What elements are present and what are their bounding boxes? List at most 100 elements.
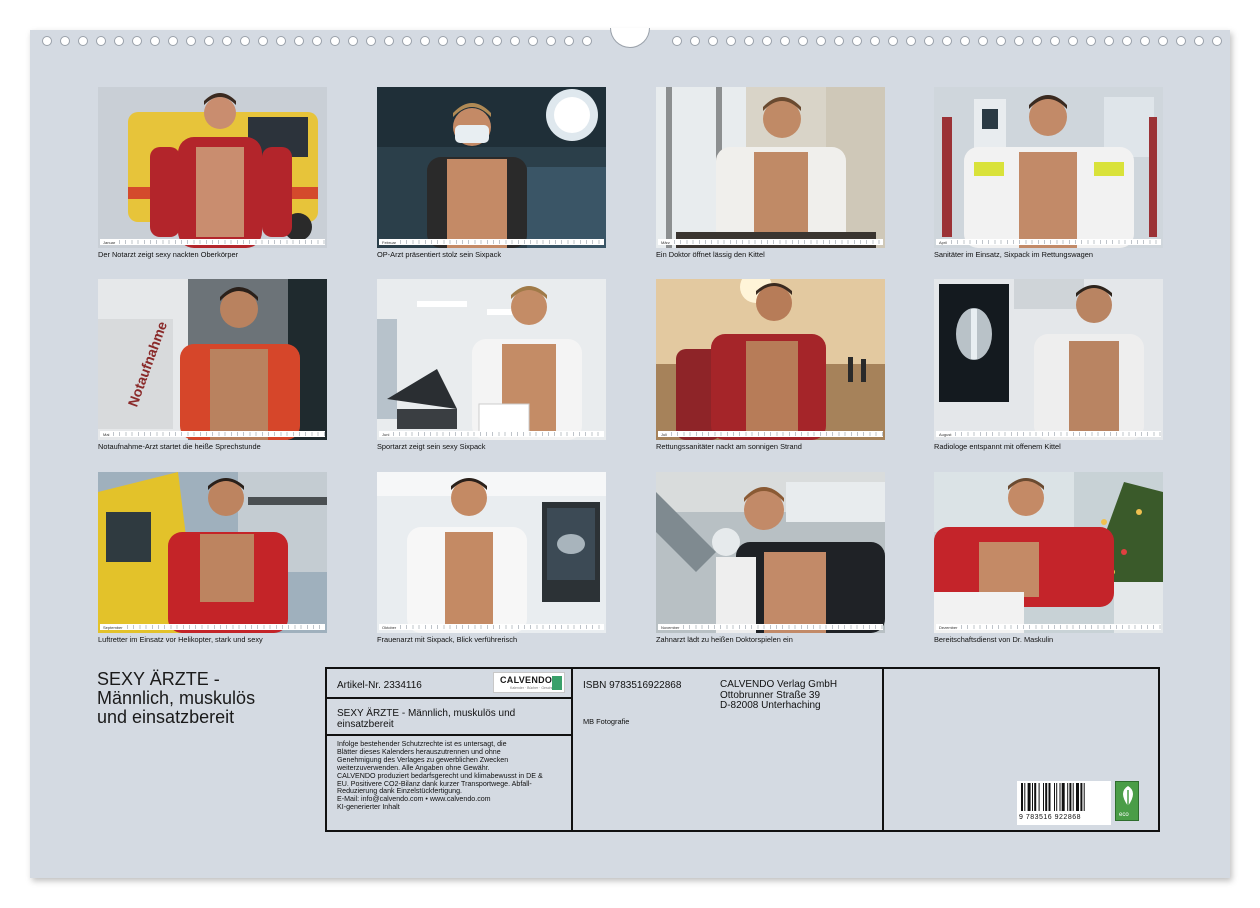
legal-line: KI-generierter Inhalt xyxy=(337,803,400,812)
binding-hole xyxy=(366,36,376,46)
product-title: SEXY ÄRZTE - Männlich, muskulös und eins… xyxy=(337,708,516,730)
binding-hole xyxy=(1176,36,1186,46)
publisher-address: CALVENDO Verlag GmbH Ottobrunner Straße … xyxy=(720,679,837,712)
photo-notarzt xyxy=(98,87,327,248)
binding-hole xyxy=(186,36,196,46)
month-thumb-august: August Radiologe entspannt mit offenem K… xyxy=(934,279,1163,451)
month-photo: Februar xyxy=(377,87,606,248)
binding-hole xyxy=(150,36,160,46)
binding-hole xyxy=(852,36,862,46)
month-label: Januar xyxy=(103,239,116,245)
binding-hole xyxy=(60,36,70,46)
binding-hole xyxy=(780,36,790,46)
month-photo: September xyxy=(98,472,327,633)
binding-hole xyxy=(672,36,682,46)
month-label: Juni xyxy=(382,431,390,437)
day-strip: Mai xyxy=(100,431,325,437)
month-label: August xyxy=(939,431,952,437)
month-caption: Bereitschaftsdienst von Dr. Maskulin xyxy=(934,635,1054,644)
calvendo-logo: CALVENDO Kalender · Bücher · Geschenke xyxy=(493,672,565,693)
binding-hole xyxy=(1086,36,1096,46)
info-column-right: 9 783516 922868 eco xyxy=(884,669,1158,830)
day-strip: Oktober xyxy=(379,624,604,630)
logo-tab-icon xyxy=(552,676,562,690)
binding-hole xyxy=(420,36,430,46)
month-label: Mai xyxy=(103,431,110,437)
binding-hole xyxy=(870,36,880,46)
binding-hole xyxy=(996,36,1006,46)
binding-hole xyxy=(348,36,358,46)
month-thumb-february: Februar OP-Arzt präsentiert stolz sein S… xyxy=(377,87,606,259)
day-strip: Januar xyxy=(100,239,325,245)
day-strip: März xyxy=(658,239,883,245)
binding-hole xyxy=(1014,36,1024,46)
day-strip: Juni xyxy=(379,431,604,437)
month-thumb-july: Juli Rettungssanitäter nackt am sonnigen… xyxy=(656,279,885,451)
binding-hole xyxy=(294,36,304,46)
binding-hole xyxy=(762,36,772,46)
binding-hole xyxy=(1194,36,1204,46)
photo-sanitaeter xyxy=(934,87,1163,248)
month-label: April xyxy=(939,239,948,245)
month-label: Juli xyxy=(661,431,668,437)
article-cell: Artikel-Nr. 2334116 CALVENDO Kalender · … xyxy=(327,669,571,699)
binding-hole xyxy=(78,36,88,46)
legal-text: Infolge bestehender Schutzrechte ist es … xyxy=(337,740,569,812)
month-thumb-january: Januar Der Notarzt zeigt sexy nackten Ob… xyxy=(98,87,327,259)
month-label: Oktober xyxy=(382,624,397,630)
photo-frauenarzt xyxy=(377,472,606,633)
month-photo: November xyxy=(656,472,885,633)
month-photo: Notaufnahme Mai xyxy=(98,279,327,440)
month-photo: Juli xyxy=(656,279,885,440)
month-caption: Ein Doktor öffnet lässig den Kittel xyxy=(656,250,765,259)
month-caption: Zahnarzt lädt zu heißen Doktorspielen ei… xyxy=(656,635,793,644)
product-title-cell: SEXY ÄRZTE - Männlich, muskulös und eins… xyxy=(327,699,571,736)
binding-hole xyxy=(492,36,502,46)
binding-hole xyxy=(132,36,142,46)
binding-hole xyxy=(1158,36,1168,46)
day-strip: April xyxy=(936,239,1161,245)
month-caption: Der Notarzt zeigt sexy nackten Oberkörpe… xyxy=(98,250,239,259)
month-label: November xyxy=(661,624,680,630)
title-line-3: und einsatzbereit xyxy=(97,707,235,727)
photo-sportarzt xyxy=(377,279,606,440)
photo-luftretter xyxy=(98,472,327,633)
title-line-1: SEXY ÄRZTE - xyxy=(97,669,220,689)
binding-hole xyxy=(330,36,340,46)
month-caption: OP-Arzt präsentiert stolz sein Sixpack xyxy=(377,250,502,259)
month-photo: Oktober xyxy=(377,472,606,633)
day-strip: September xyxy=(100,624,325,630)
binding-hole xyxy=(834,36,844,46)
month-thumb-april: April Sanitäter im Einsatz, Sixpack im R… xyxy=(934,87,1163,259)
binding-hole xyxy=(798,36,808,46)
binding-hole xyxy=(384,36,394,46)
binding-hole xyxy=(564,36,574,46)
binding-hole xyxy=(312,36,322,46)
month-caption: Rettungssanitäter nackt am sonnigen Stra… xyxy=(656,442,802,451)
month-caption: Radiologe entspannt mit offenem Kittel xyxy=(934,442,1061,451)
day-strip: Februar xyxy=(379,239,604,245)
day-strip: Dezember xyxy=(936,624,1161,630)
month-label: Februar xyxy=(382,239,397,245)
photo-radiologe xyxy=(934,279,1163,440)
binding-hole xyxy=(1122,36,1132,46)
photo-op-arzt xyxy=(377,87,606,248)
binding-hole xyxy=(168,36,178,46)
day-strip: August xyxy=(936,431,1161,437)
month-photo: August xyxy=(934,279,1163,440)
photo-strand xyxy=(656,279,885,440)
photo-zahnarzt xyxy=(656,472,885,633)
month-photo: März xyxy=(656,87,885,248)
month-label: März xyxy=(661,239,670,245)
month-thumb-may: Notaufnahme Mai Notaufnahme-Arzt startet… xyxy=(98,279,327,451)
binding-hole xyxy=(276,36,286,46)
calendar-title: SEXY ÄRZTE - Männlich, muskulös und eins… xyxy=(97,670,297,727)
hanger-notch xyxy=(610,28,650,48)
binding-hole xyxy=(222,36,232,46)
month-thumb-september: September Luftretter im Einsatz vor Heli… xyxy=(98,472,327,644)
binding-hole xyxy=(1212,36,1222,46)
photo-bereitschaftsdienst xyxy=(934,472,1163,633)
eco-leaf-icon: eco xyxy=(1115,781,1139,821)
month-photo: Dezember xyxy=(934,472,1163,633)
binding-hole xyxy=(438,36,448,46)
